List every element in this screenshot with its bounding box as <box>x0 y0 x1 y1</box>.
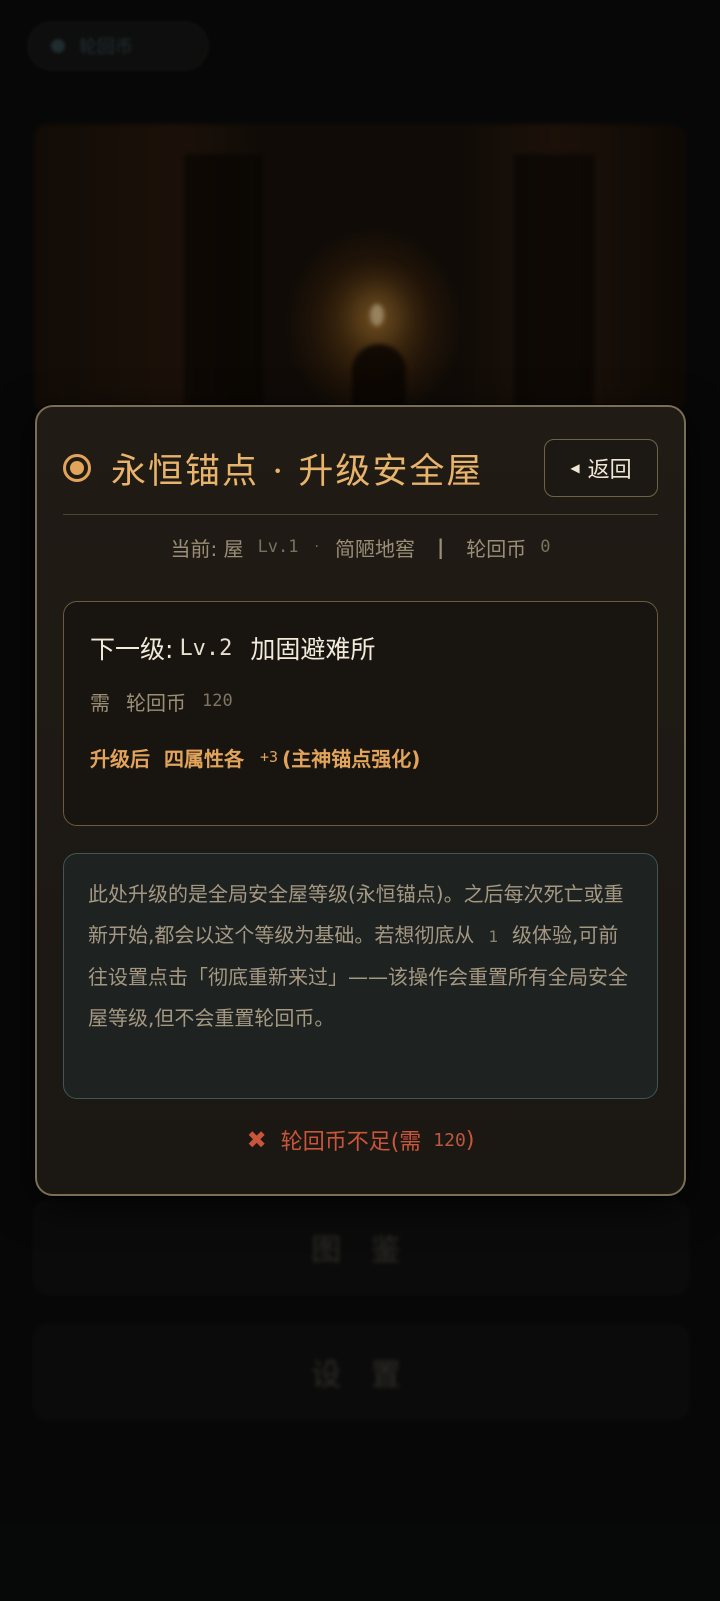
error-x-icon: ✖ <box>246 1126 267 1154</box>
status-separator: | <box>436 535 445 559</box>
header-divider <box>63 514 658 515</box>
cost-label: 轮回币 <box>126 690 186 715</box>
anchor-icon <box>63 454 91 482</box>
upgrade-cost: 需 轮回币 120 <box>90 684 631 718</box>
cost-prefix: 需 <box>90 690 110 715</box>
upgrade-shelter-dialog: 永恒锚点 · 升级安全屋 ◀ 返回 当前: 屋 Lv.1 · 简陋地窖 | 轮回… <box>35 405 686 1196</box>
next-level-name: 加固避难所 <box>250 635 376 664</box>
error-required-value: 120 <box>433 1129 466 1151</box>
error-close: ) <box>465 1127 475 1153</box>
bonus-suffix: (主神锚点强化) <box>282 746 421 771</box>
current-level: Lv.1 <box>257 537 299 557</box>
next-level-title: 下一级: Lv.2 加固避难所 <box>90 626 631 670</box>
next-level-prefix: 下一级: <box>90 635 174 664</box>
bonus-text: 四属性各 <box>164 746 244 771</box>
insufficient-coins-message: ✖ 轮回币不足(需 120 ) <box>37 1119 684 1161</box>
error-text: 轮回币不足(需 <box>280 1130 422 1155</box>
current-status: 当前: 屋 Lv.1 · 简陋地窖 | 轮回币 0 <box>37 529 684 565</box>
info-notice: 此处升级的是全局安全屋等级(永恒锚点)。之后每次死亡或重新开始,都会以这个等级为… <box>63 853 658 1099</box>
coin-balance: 0 <box>540 537 551 557</box>
status-dot: · <box>314 539 319 555</box>
next-level-card: 下一级: Lv.2 加固避难所 需 轮回币 120 升级后 四属性各 +3 (主… <box>63 601 658 826</box>
upgrade-bonus: 升级后 四属性各 +3 (主神锚点强化) <box>90 740 631 774</box>
next-level-value: Lv.2 <box>179 635 233 661</box>
back-arrow-icon: ◀ <box>570 461 580 475</box>
back-button[interactable]: ◀ 返回 <box>544 439 658 497</box>
current-house-name: 简陋地窖 <box>334 536 415 561</box>
cost-value: 120 <box>202 691 233 711</box>
dialog-title: 永恒锚点 · 升级安全屋 <box>111 451 484 492</box>
current-label: 当前: 屋 <box>170 536 244 561</box>
coin-label: 轮回币 <box>466 536 527 561</box>
bonus-prefix: 升级后 <box>90 746 150 771</box>
back-button-label: 返回 <box>587 458 632 483</box>
bonus-value: +3 <box>260 748 279 766</box>
dialog-header: 永恒锚点 · 升级安全屋 ◀ 返回 <box>63 433 658 503</box>
info-level-number: 1 <box>488 927 498 946</box>
